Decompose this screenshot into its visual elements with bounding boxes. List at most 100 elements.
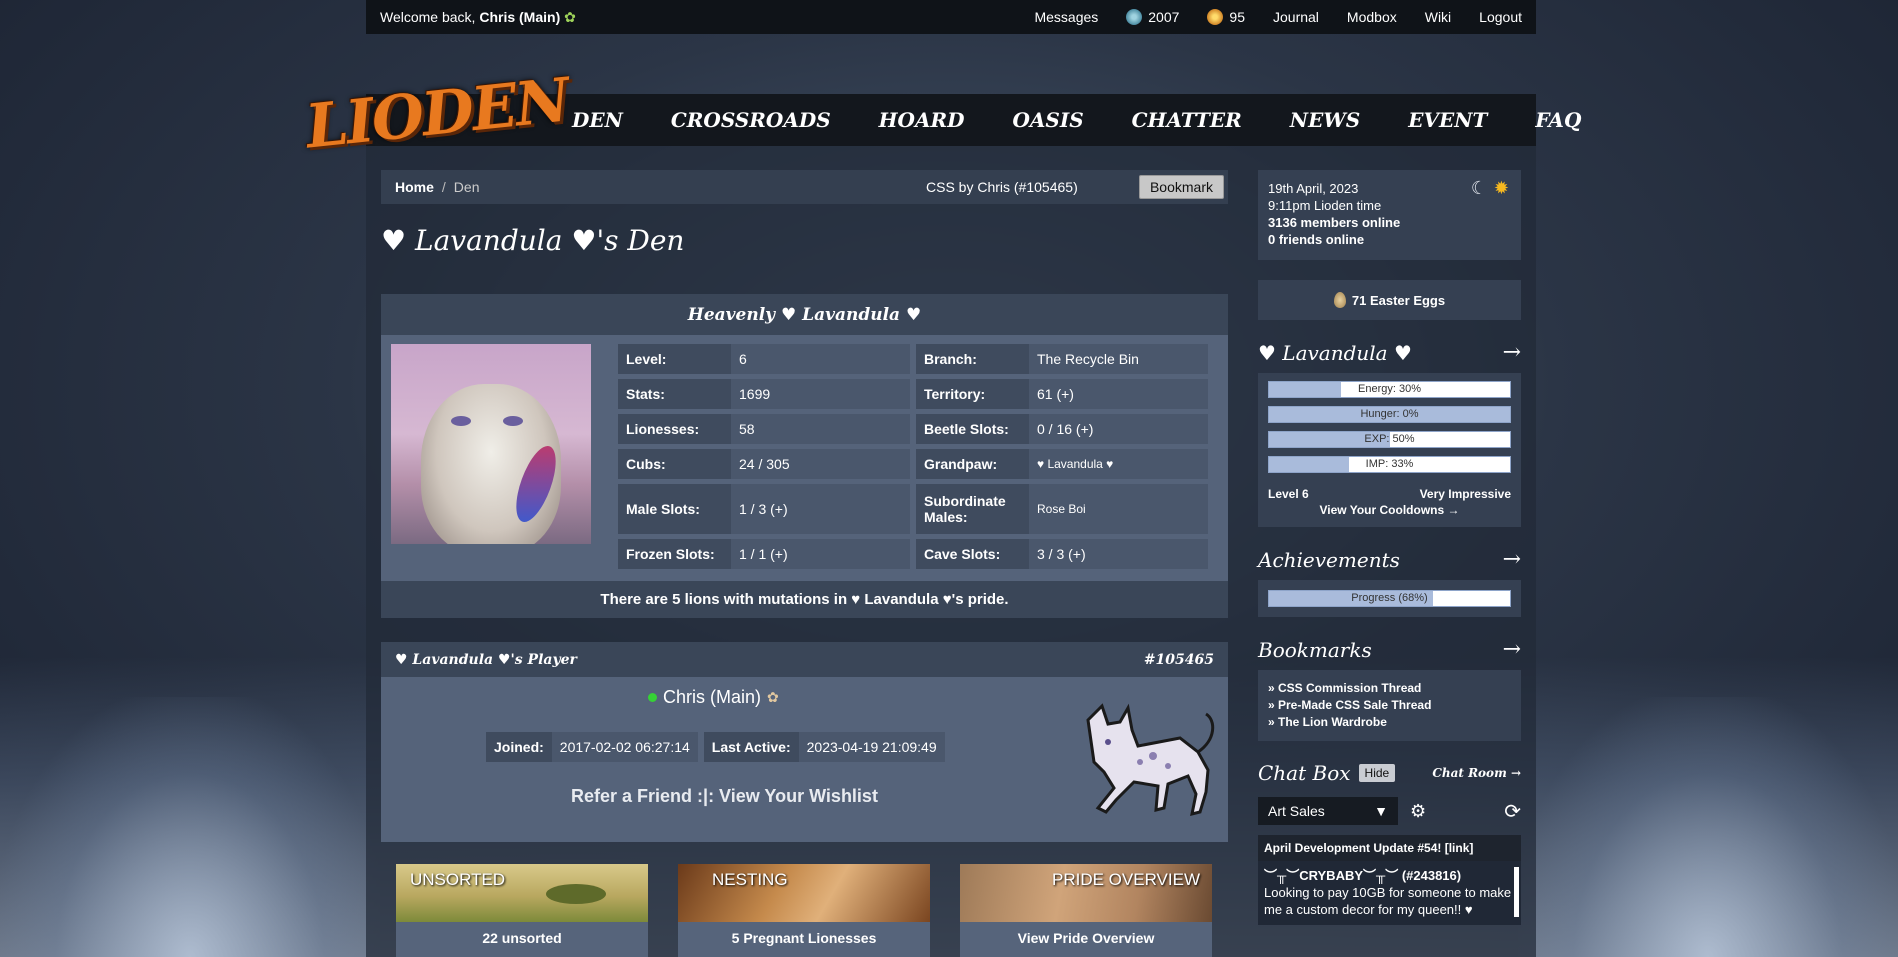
tile-title: UNSORTED	[410, 870, 506, 889]
top-bar: Welcome back, Chris (Main) ✿ Messages 20…	[366, 0, 1536, 34]
imp-bar: IMP: 33%	[1268, 456, 1511, 473]
impressiveness-text: Very Impressive	[1419, 487, 1511, 501]
progress-bar: Progress (68%)	[1268, 590, 1511, 607]
energy-bar: Energy: 30%	[1268, 381, 1511, 398]
flower-icon: ✿	[564, 8, 576, 25]
territory-add-link[interactable]: 61 (+)	[1029, 379, 1208, 409]
gold-currency[interactable]: 95	[1207, 9, 1245, 25]
gear-icon[interactable]: ⚙	[1410, 801, 1426, 822]
wiki-link[interactable]: Wiki	[1425, 9, 1451, 25]
den-tiles: UNSORTED 22 unsorted NESTING 5 Pregnant …	[396, 864, 1212, 957]
stat-cell: Cubs: 24 / 305	[618, 449, 910, 479]
chat-user[interactable]: ︶╥︶CRYBABY︶╥︶ (#243816)	[1264, 867, 1515, 884]
refresh-icon[interactable]: ⟳	[1504, 799, 1521, 823]
chat-room-select[interactable]: Art Sales ▼	[1258, 797, 1398, 825]
cooldowns-link[interactable]: View Your Cooldowns →	[1268, 503, 1511, 517]
tile-nesting[interactable]: NESTING 5 Pregnant Lionesses	[678, 864, 930, 957]
tile-pride-overview[interactable]: PRIDE OVERVIEW View Pride Overview	[960, 864, 1212, 957]
stats-row: Cubs: 24 / 305 Grandpaw: ♥ Lavandula ♥	[618, 449, 1208, 479]
subordinate-link[interactable]: Rose Boi	[1029, 484, 1208, 534]
lion-summary-header: ♥ Lavandula ♥ →	[1258, 340, 1521, 365]
messages-link[interactable]: Messages	[1034, 9, 1098, 25]
easter-eggs-box[interactable]: 71 Easter Eggs	[1258, 280, 1521, 320]
tile-unsorted[interactable]: UNSORTED 22 unsorted	[396, 864, 648, 957]
male-slots-add-link[interactable]: 1 / 3 (+)	[731, 484, 910, 534]
friends-online[interactable]: 0 friends online	[1268, 231, 1511, 248]
lion-summary-title[interactable]: ♥ Lavandula ♥	[1258, 341, 1412, 365]
tile-image: PRIDE OVERVIEW	[960, 864, 1212, 922]
members-online[interactable]: 3136 members online	[1268, 214, 1511, 231]
time-text: 9:11pm Lioden time	[1268, 198, 1382, 213]
beetle-slots-add-link[interactable]: 0 / 16 (+)	[1029, 414, 1208, 444]
modbox-link[interactable]: Modbox	[1347, 9, 1397, 25]
chat-announcement[interactable]: April Development Update #54! [link]	[1258, 835, 1521, 861]
arrow-right-icon[interactable]: →	[1503, 340, 1521, 365]
journal-link[interactable]: Journal	[1273, 9, 1319, 25]
bookmark-item[interactable]: » The Lion Wardrobe	[1268, 714, 1511, 731]
refer-wishlist-links[interactable]: Refer a Friend :|: View Your Wishlist	[571, 786, 878, 807]
stat-cell: Level: 6	[618, 344, 910, 374]
player-id: #105465	[1143, 651, 1214, 668]
stat-cell: Cave Slots: 3 / 3 (+)	[916, 539, 1208, 569]
chat-scrollbar[interactable]	[1514, 867, 1519, 917]
chat-controls: Art Sales ▼ ⚙ ⟳	[1258, 797, 1521, 825]
logout-link[interactable]: Logout	[1479, 9, 1522, 25]
background-snow-right	[1518, 697, 1898, 957]
lion-image[interactable]	[391, 344, 591, 544]
player-panel: ♥ Lavandula ♥'s Player #105465 Chris (Ma…	[381, 642, 1228, 842]
egg-icon	[1333, 292, 1346, 308]
stat-cell: Frozen Slots: 1 / 1 (+)	[618, 539, 910, 569]
css-credit[interactable]: CSS by Chris (#105465)	[926, 179, 1078, 195]
breadcrumb-home[interactable]: Home	[395, 179, 434, 195]
sun-icon: ✹	[1493, 178, 1509, 198]
nav-news[interactable]: NEWS	[1290, 108, 1360, 132]
nav-oasis[interactable]: OASIS	[1012, 108, 1083, 132]
nav-hoard[interactable]: HOARD	[879, 108, 965, 132]
stat-cell: Subordinate Males: Rose Boi	[916, 484, 1208, 534]
bookmarks-header: Bookmarks →	[1258, 637, 1521, 662]
stat-cell: Branch: The Recycle Bin	[916, 344, 1208, 374]
bookmarks-title[interactable]: Bookmarks	[1258, 638, 1372, 662]
hunger-bar: Hunger: 0%	[1268, 406, 1511, 423]
tile-caption: 22 unsorted	[482, 930, 562, 946]
stat-cell: Beetle Slots: 0 / 16 (+)	[916, 414, 1208, 444]
stat-cell: Lionesses: 58	[618, 414, 910, 444]
arrow-right-icon[interactable]: →	[1503, 547, 1521, 572]
hide-chat-button[interactable]: Hide	[1358, 764, 1396, 782]
player-avatar-sprite[interactable]	[1068, 700, 1218, 825]
lion-eye-left	[451, 416, 471, 426]
achievements-title[interactable]: Achievements	[1258, 548, 1400, 572]
chat-room-link[interactable]: Chat Room →	[1432, 766, 1521, 780]
page-title: ♥ Lavandula ♥'s Den	[381, 224, 685, 257]
stats-row: Lionesses: 58 Beetle Slots: 0 / 16 (+)	[618, 414, 1208, 444]
nav-crossroads[interactable]: CROSSROADS	[671, 108, 831, 132]
chatbox-title: Chat Box	[1258, 761, 1351, 785]
nav-chatter[interactable]: CHATTER	[1132, 108, 1242, 132]
nav-den[interactable]: DEN	[572, 108, 623, 132]
exp-bar: EXP: 50%	[1268, 431, 1511, 448]
stat-cell: Stats: 1699	[618, 379, 910, 409]
silver-currency[interactable]: 2007	[1126, 9, 1179, 25]
page-wrapper: Welcome back, Chris (Main) ✿ Messages 20…	[302, 0, 1581, 957]
player-header: ♥ Lavandula ♥'s Player #105465	[381, 642, 1228, 677]
bookmark-item[interactable]: » Pre-Made CSS Sale Thread	[1268, 697, 1511, 714]
silver-beetle-icon	[1126, 9, 1143, 25]
username-link[interactable]: Chris (Main)	[479, 9, 560, 25]
frozen-slots-add-link[interactable]: 1 / 1 (+)	[731, 539, 910, 569]
arrow-right-icon[interactable]: →	[1503, 637, 1521, 662]
player-name[interactable]: Chris (Main) ✿	[648, 687, 779, 708]
bookmark-item[interactable]: » CSS Commission Thread	[1268, 680, 1511, 697]
nav-event[interactable]: EVENT	[1408, 108, 1487, 132]
cave-slots-add-link[interactable]: 3 / 3 (+)	[1029, 539, 1208, 569]
branch-link[interactable]: The Recycle Bin	[1029, 344, 1208, 374]
flower-icon: ✿	[767, 689, 779, 705]
grandpaw-link[interactable]: ♥ Lavandula ♥	[1029, 449, 1208, 479]
main-content: Home / Den CSS by Chris (#105465) Bookma…	[366, 146, 1536, 957]
nav-faq[interactable]: FAQ	[1535, 108, 1581, 132]
joined-cell: Joined: 2017-02-02 06:27:14	[486, 732, 698, 762]
date-box: 19th April, 2023 9:11pm Lioden time 3136…	[1258, 170, 1521, 260]
breadcrumb-separator: /	[441, 179, 446, 195]
last-active-cell: Last Active: 2023-04-19 21:09:49	[703, 732, 945, 762]
bookmark-button[interactable]: Bookmark	[1138, 175, 1224, 199]
online-status-icon	[648, 693, 657, 702]
